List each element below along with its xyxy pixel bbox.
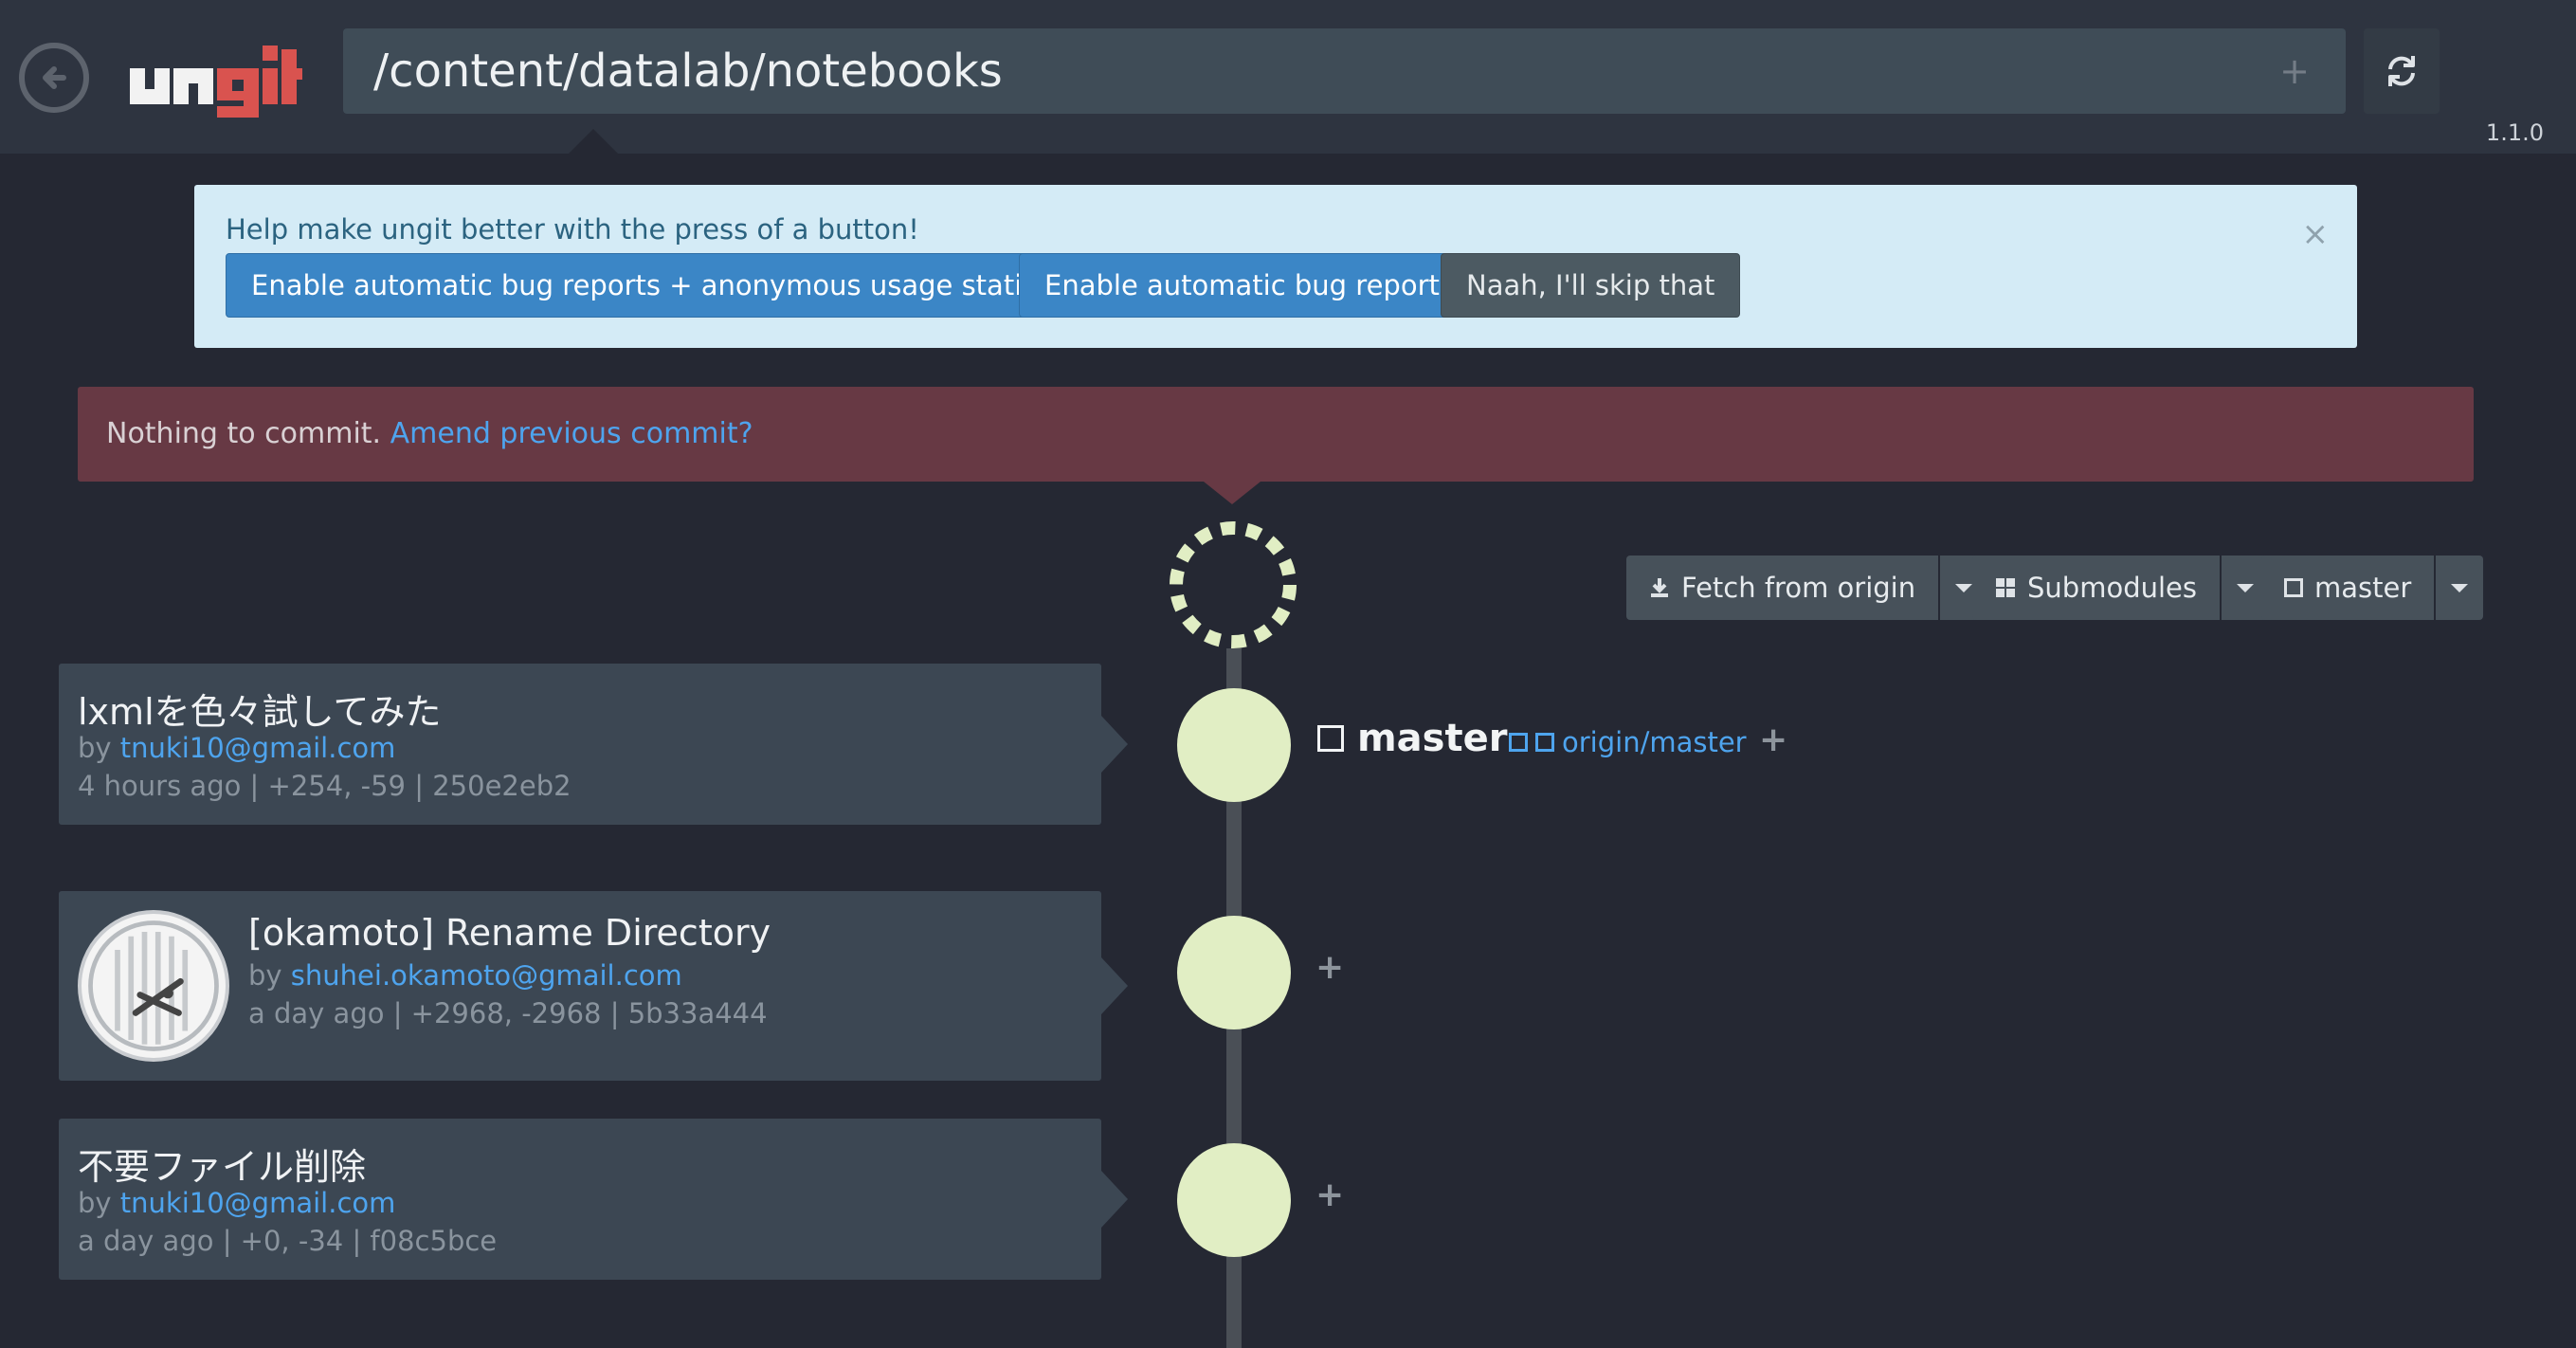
nothing-to-commit-bar: Nothing to commit. Amend previous commit…: [78, 387, 2474, 482]
commit-node[interactable]: [1177, 916, 1291, 1029]
back-arrow-icon: [43, 66, 66, 89]
plus-icon[interactable]: +: [2279, 28, 2310, 114]
chevron-down-icon: [1955, 583, 1973, 592]
refresh-button[interactable]: [2364, 28, 2440, 114]
commit-title: lxmlを色々試してみた: [78, 691, 442, 733]
version-label: 1.1.0: [2485, 119, 2544, 146]
commit-meta: a day ago | +0, -34 | f08c5bce: [78, 1225, 498, 1257]
card-pointer: [1101, 957, 1128, 1014]
help-banner-text: Help make ungit better with the press of…: [226, 213, 919, 246]
chevron-down-icon: [2451, 583, 2469, 592]
branch-button[interactable]: master: [2261, 556, 2435, 620]
by-label: by: [248, 959, 291, 992]
branch-icon: [1535, 733, 1554, 752]
commit-meta: a day ago | +2968, -2968 | 5b33a444: [248, 997, 768, 1029]
commit-bar-pointer: [1204, 482, 1261, 504]
enable-reports-and-stats-button[interactable]: Enable automatic bug reports + anonymous…: [226, 253, 1110, 318]
avatar: [78, 910, 229, 1062]
remote-branch-ref[interactable]: origin/master: [1509, 726, 1747, 758]
by-label: by: [78, 1187, 120, 1219]
commit-title: [okamoto] Rename Directory: [248, 912, 771, 954]
header-bar: /content/datalab/notebooks + 1.1.0: [0, 0, 2576, 154]
local-branch-ref[interactable]: master: [1317, 717, 1507, 760]
ungit-logo[interactable]: [128, 36, 303, 121]
fetch-label: Fetch from origin: [1681, 572, 1916, 604]
path-pointer: [569, 129, 618, 154]
by-label: by: [78, 732, 120, 764]
plus-icon[interactable]: +: [1315, 1175, 1344, 1214]
branch-icon: [1317, 725, 1344, 752]
repository-path-input[interactable]: /content/datalab/notebooks +: [343, 28, 2346, 114]
help-banner: Help make ungit better with the press of…: [194, 185, 2357, 348]
branch-dropdown-button[interactable]: [2436, 556, 2484, 620]
commit-meta: 4 hours ago | +254, -59 | 250e2eb2: [78, 770, 571, 802]
remote-branch-label: origin/master: [1562, 726, 1747, 758]
branch-label: master: [2314, 572, 2412, 604]
back-button[interactable]: [19, 43, 89, 113]
commit-author-link[interactable]: shuhei.okamoto@gmail.com: [291, 959, 682, 992]
refresh-icon: [2388, 56, 2415, 86]
branch-button-group: master: [2261, 556, 2484, 620]
enable-reports-button[interactable]: Enable automatic bug reports: [1019, 253, 1479, 318]
close-icon[interactable]: ×: [2302, 215, 2330, 253]
submodules-label: Submodules: [2027, 572, 2197, 604]
amend-previous-commit-link[interactable]: Amend previous commit?: [390, 417, 753, 450]
grid-icon: [1996, 578, 2015, 597]
repository-path-text: /content/datalab/notebooks: [373, 45, 1003, 98]
commit-card[interactable]: 不要ファイル削除 by tnuki10@gmail.com a day ago …: [59, 1119, 1128, 1280]
working-tree-node[interactable]: [1166, 518, 1300, 652]
commit-author-link[interactable]: tnuki10@gmail.com: [120, 1187, 396, 1219]
local-branch-label: master: [1357, 717, 1508, 760]
chevron-down-icon: [2236, 583, 2254, 592]
commit-card[interactable]: lxmlを色々試してみた by tnuki10@gmail.com 4 hour…: [59, 664, 1128, 825]
skip-reports-button[interactable]: Naah, I'll skip that: [1441, 253, 1741, 318]
plus-icon[interactable]: +: [1759, 720, 1787, 759]
fetch-from-origin-button[interactable]: Fetch from origin: [1626, 556, 1939, 620]
commit-node[interactable]: [1177, 688, 1291, 802]
branch-icon: [2284, 578, 2303, 597]
commit-card[interactable]: [okamoto] Rename Directory by shuhei.oka…: [59, 891, 1128, 1081]
commit-author-link[interactable]: tnuki10@gmail.com: [120, 732, 396, 764]
fetch-button-group: Fetch from origin: [1626, 556, 1988, 620]
card-pointer: [1101, 1171, 1128, 1228]
submodules-button[interactable]: Submodules: [1972, 556, 2220, 620]
commit-node[interactable]: [1177, 1143, 1291, 1257]
ungit-app: /content/datalab/notebooks + 1.1.0 Help …: [0, 0, 2576, 1348]
commit-author-line: by tnuki10@gmail.com: [78, 1187, 395, 1219]
download-icon: [1651, 578, 1668, 597]
commit-title: 不要ファイル削除: [78, 1146, 367, 1188]
commit-author-line: by shuhei.okamoto@gmail.com: [248, 959, 682, 992]
submodules-button-group: Submodules: [1972, 556, 2269, 620]
nothing-to-commit-label: Nothing to commit.: [106, 417, 390, 450]
commit-author-line: by tnuki10@gmail.com: [78, 732, 395, 764]
plus-icon[interactable]: +: [1315, 948, 1344, 987]
remote-icon: [1509, 733, 1528, 752]
card-pointer: [1101, 716, 1128, 773]
nothing-to-commit-text: Nothing to commit. Amend previous commit…: [106, 387, 753, 482]
